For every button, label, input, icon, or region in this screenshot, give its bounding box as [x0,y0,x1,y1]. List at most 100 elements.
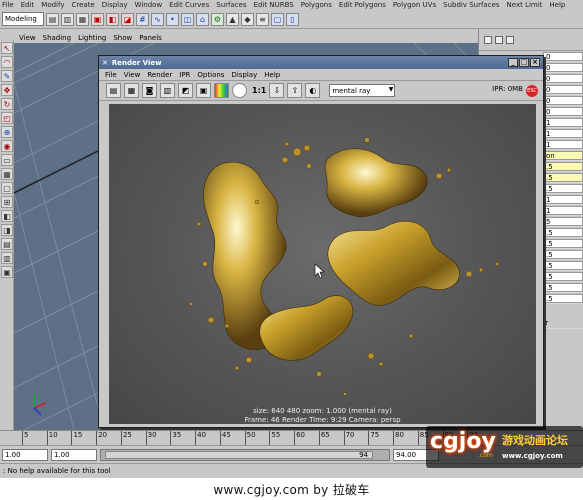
channel-value[interactable]: 1 [543,128,583,138]
last-tool-icon[interactable]: ▦ [1,168,13,180]
channel-value[interactable]: 0 [543,73,583,83]
minimize-button[interactable]: _ [508,58,518,67]
window-menu-icon[interactable]: ✕ [102,59,108,67]
hypershade-layout-icon[interactable]: ▤ [1,238,13,250]
menu-set-selector[interactable]: Modeling [2,12,44,26]
manipulator-tool-icon[interactable]: ⊕ [1,126,13,138]
main-menu-item[interactable]: Modify [41,1,64,9]
rotate-tool-icon[interactable]: ↻ [1,98,13,110]
main-menu-item[interactable]: File [2,1,14,9]
channel-value[interactable]: 5 [543,216,583,226]
main-menu-item[interactable]: Surfaces [216,1,246,9]
channel-value[interactable]: .5 [543,172,583,182]
rgb-channels-icon[interactable] [214,83,229,98]
single-perspective-layout-icon[interactable]: ▢ [1,182,13,194]
render-globals-icon[interactable]: ≡ [256,12,269,26]
range-slider-thumb[interactable]: 94 [105,450,373,459]
render-view-menu-item[interactable]: Options [197,71,224,79]
maximize-button[interactable]: □ [519,58,529,67]
display-rendered-image-icon[interactable]: ◐ [305,83,321,98]
layer-editor-toggle-icon[interactable] [495,35,503,44]
snapshot-icon[interactable]: ◙ [142,83,157,98]
range-slider-bar[interactable]: 94 [100,448,390,461]
open-scene-icon[interactable]: ▥ [61,12,74,26]
snap-point-icon[interactable]: • [166,12,179,26]
scale-tool-icon[interactable]: ◰ [1,112,13,124]
channel-value[interactable]: .5 [543,271,583,281]
channel-value[interactable]: .5 [543,238,583,248]
renderer-dropdown[interactable]: mental ray ▼ [329,84,396,97]
channel-value[interactable]: .5 [543,227,583,237]
channel-value[interactable]: .5 [543,161,583,171]
history-icon[interactable]: ⌂ [196,12,209,26]
main-menu-item[interactable]: Edit Polygons [339,1,386,9]
channel-value[interactable]: 0 [543,62,583,72]
select-tool-icon[interactable]: ↖ [1,42,13,54]
render-view-menu-item[interactable]: IPR [179,71,190,79]
select-hierarchy-icon[interactable]: ▣ [91,12,104,26]
channel-value[interactable]: .5 [543,260,583,270]
channel-value[interactable]: 1 [543,205,583,215]
render-frame-icon[interactable]: ▲ [226,12,239,26]
real-size-button[interactable]: 1:1 [252,86,266,95]
redo-previous-render-icon[interactable]: ▤ [106,83,121,98]
main-menu-item[interactable]: Window [135,1,163,9]
panel-menu-item[interactable]: Lighting [78,34,106,42]
soft-mod-icon[interactable]: ◉ [1,140,13,152]
render-region-icon[interactable]: ▦ [124,83,139,98]
paint-select-icon[interactable]: ✎ [1,70,13,82]
render-view-menu-item[interactable]: Render [147,71,172,79]
keep-image-icon[interactable]: ⇩ [269,83,285,98]
snap-grid-icon[interactable]: # [136,12,149,26]
main-menu-item[interactable]: Help [549,1,565,9]
render-view-menu-item[interactable]: Display [231,71,257,79]
channel-value[interactable]: 0 [543,95,583,105]
main-menu-item[interactable]: Create [71,1,94,9]
main-menu-item[interactable]: Next Limit [507,1,543,9]
channel-value[interactable]: 1 [543,139,583,149]
save-scene-icon[interactable]: ▦ [76,12,89,26]
channel-value[interactable]: 0 [543,106,583,116]
channel-value[interactable]: 0 [543,84,583,94]
close-button[interactable]: × [530,58,540,67]
snap-view-icon[interactable]: ◫ [181,12,194,26]
persp-outliner-layout-icon[interactable]: ◧ [1,210,13,222]
channel-value[interactable]: .5 [543,282,583,292]
alpha-channel-icon[interactable] [232,83,247,98]
main-menu-item[interactable]: Polygon UVs [393,1,436,9]
move-tool-icon[interactable]: ✥ [1,84,13,96]
channel-value[interactable]: 1 [543,117,583,127]
render-settings-icon[interactable]: ▣ [196,83,211,98]
render-view-menu-item[interactable]: Help [264,71,280,79]
rendered-image[interactable]: size: 640 480 zoom: 1.000 (mental ray) F… [109,104,536,424]
script-layout-icon[interactable]: ▥ [1,252,13,264]
playback-start-field[interactable]: 1.00 [51,448,97,461]
panel-menu-item[interactable]: View [19,34,36,42]
show-channel-box-icon[interactable]: ▢ [271,12,284,26]
four-view-layout-icon[interactable]: ⊞ [1,196,13,208]
attribute-editor-toggle-icon[interactable] [506,35,514,44]
select-component-icon[interactable]: ◪ [121,12,134,26]
construction-history-icon[interactable]: ⚙ [211,12,224,26]
new-scene-icon[interactable]: ▤ [46,12,59,26]
lasso-tool-icon[interactable]: ◠ [1,56,13,68]
panel-menu-item[interactable]: Panels [139,34,162,42]
select-object-icon[interactable]: ◧ [106,12,119,26]
remove-image-icon[interactable]: ⇧ [287,83,303,98]
show-attribute-editor-icon[interactable]: ▯ [286,12,299,26]
persp-graph-layout-icon[interactable]: ◨ [1,224,13,236]
ipr-icon[interactable]: ▥ [160,83,175,98]
main-menu-item[interactable]: Display [102,1,128,9]
render-view-titlebar[interactable]: ✕ Render View _ □ × [99,56,543,69]
panel-menu-item[interactable]: Shading [43,34,71,42]
main-menu-item[interactable]: Edit NURBS [254,1,294,9]
render-view-menu-item[interactable]: View [124,71,141,79]
channel-value[interactable]: .5 [543,249,583,259]
panel-menu-item[interactable]: Show [113,34,132,42]
channel-box-toggle-icon[interactable] [484,35,492,44]
channel-value[interactable]: .5 [543,293,583,303]
ipr-render-icon[interactable]: ◆ [241,12,254,26]
start-time-field[interactable]: 1.00 [2,448,48,461]
show-manipulator-icon[interactable]: ▭ [1,154,13,166]
main-menu-item[interactable]: Edit [21,1,35,9]
